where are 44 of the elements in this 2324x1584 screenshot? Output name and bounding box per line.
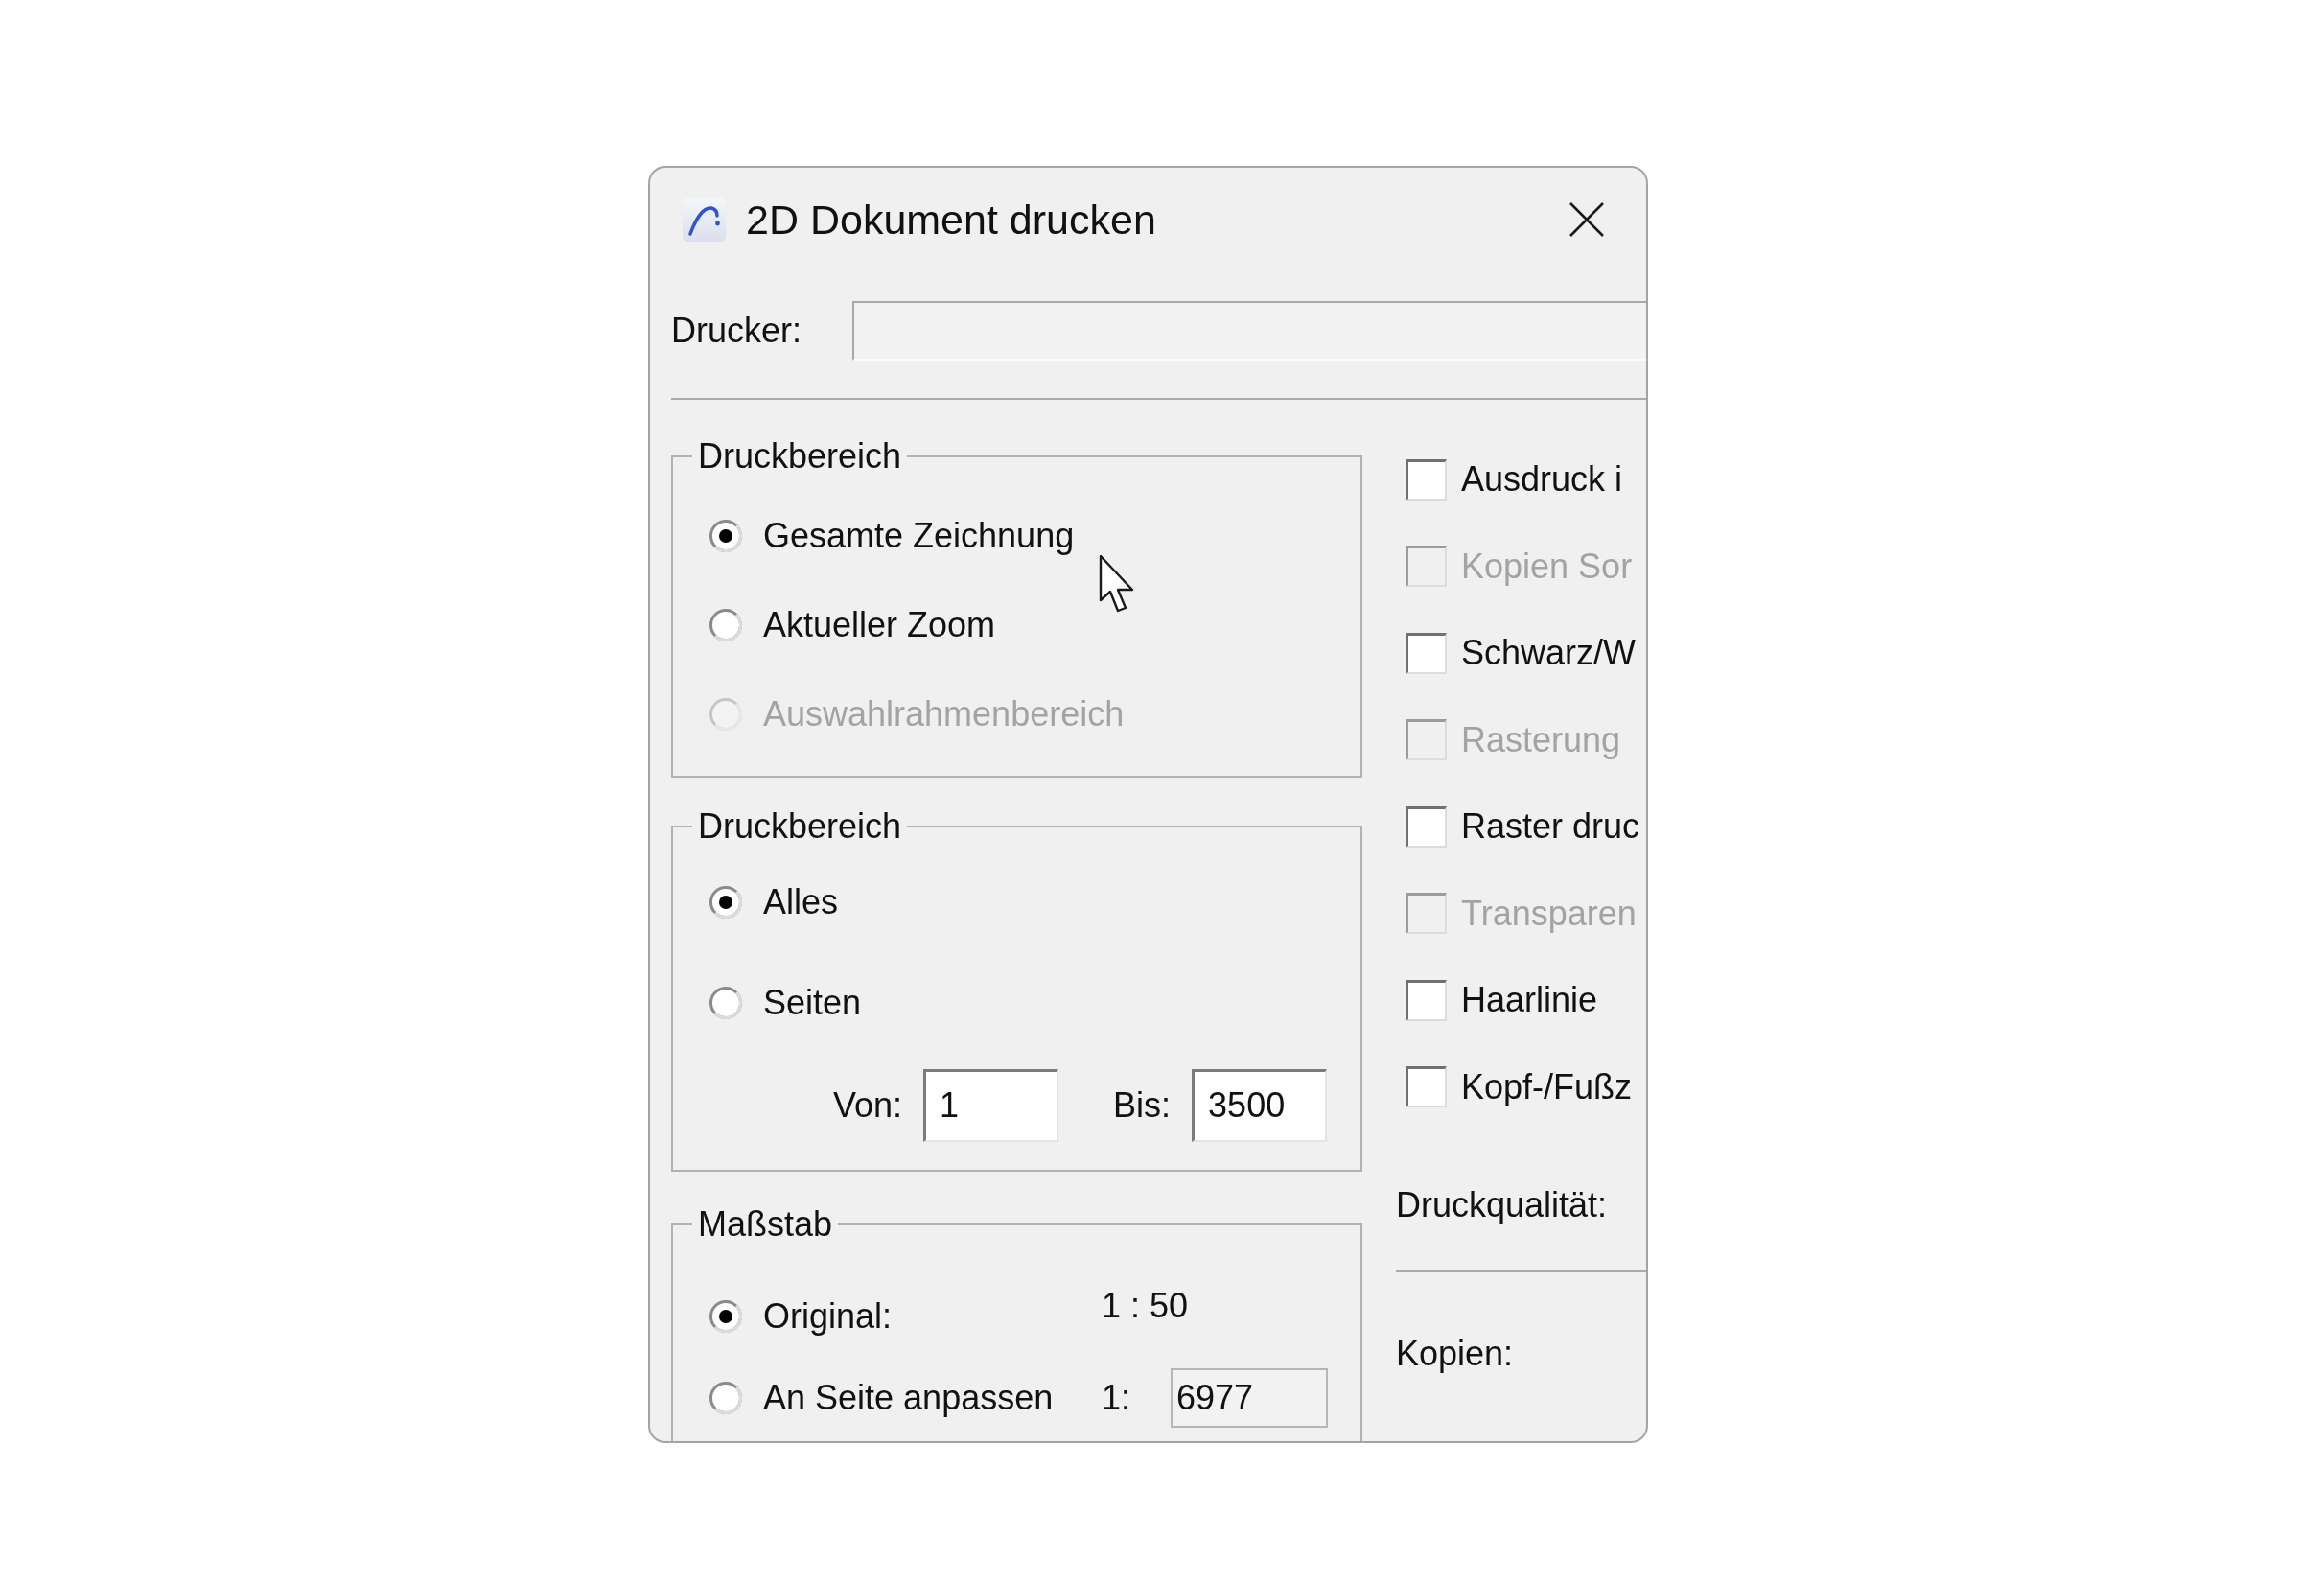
checkbox[interactable] bbox=[1406, 1066, 1447, 1108]
radio-label: Original: bbox=[763, 1294, 894, 1338]
checkbox[interactable] bbox=[1406, 458, 1447, 501]
checkbox[interactable] bbox=[1406, 805, 1447, 848]
to-label: Bis: bbox=[1113, 1084, 1172, 1127]
scale-prefix: 1: bbox=[1102, 1377, 1131, 1419]
checkbox[interactable] bbox=[1406, 632, 1447, 674]
quality-label: Druckqualität: bbox=[1396, 1184, 1608, 1226]
checkbox-label: Raster druc bbox=[1461, 805, 1640, 849]
scale-value: 1 : 50 bbox=[1102, 1285, 1189, 1327]
checkbox[interactable] bbox=[1406, 979, 1447, 1021]
printer-label: Drucker: bbox=[671, 310, 803, 352]
close-icon bbox=[1568, 200, 1606, 239]
group-title: Druckbereich bbox=[697, 435, 903, 478]
to-field[interactable]: 3500 bbox=[1192, 1069, 1328, 1142]
scale-field[interactable]: 6977 bbox=[1171, 1368, 1329, 1428]
radio-label: Alles bbox=[763, 880, 839, 923]
window-title: 2D Dokument drucken bbox=[746, 196, 1156, 244]
checkbox-label: Kopien Sor bbox=[1461, 545, 1633, 588]
arc-icon bbox=[682, 197, 727, 243]
checkbox-label: Ausdruck i bbox=[1461, 458, 1623, 501]
radio-label: Auswahlrahmenbereich bbox=[763, 692, 1125, 735]
printer-field[interactable] bbox=[852, 301, 1646, 361]
checkbox-label: Rasterung bbox=[1461, 718, 1621, 761]
group-title: Maßstab bbox=[697, 1203, 834, 1246]
radio-button[interactable] bbox=[709, 986, 742, 1019]
radio-label: Aktueller Zoom bbox=[763, 603, 996, 646]
radio-label: Seiten bbox=[763, 981, 862, 1024]
from-label: Von: bbox=[833, 1084, 903, 1127]
checkbox-label: Kopf-/Fußz bbox=[1461, 1065, 1633, 1108]
radio-label: An Seite anpassen bbox=[763, 1377, 1055, 1419]
checkbox-label: Transparen bbox=[1461, 892, 1637, 935]
close-button[interactable] bbox=[1568, 200, 1606, 239]
group-title: Druckbereich bbox=[697, 805, 903, 848]
from-field[interactable]: 1 bbox=[923, 1069, 1059, 1142]
radio-button[interactable] bbox=[709, 885, 742, 919]
radio-button[interactable] bbox=[709, 1382, 742, 1414]
radio-button[interactable] bbox=[709, 1299, 742, 1333]
radio-button[interactable] bbox=[709, 519, 742, 552]
radio-button[interactable] bbox=[709, 608, 742, 641]
radio-label: Gesamte Zeichnung bbox=[763, 514, 1075, 557]
copies-label: Kopien: bbox=[1396, 1333, 1514, 1375]
checkbox-label: Schwarz/W bbox=[1461, 632, 1637, 675]
checkbox-label: Haarlinie bbox=[1461, 979, 1598, 1022]
